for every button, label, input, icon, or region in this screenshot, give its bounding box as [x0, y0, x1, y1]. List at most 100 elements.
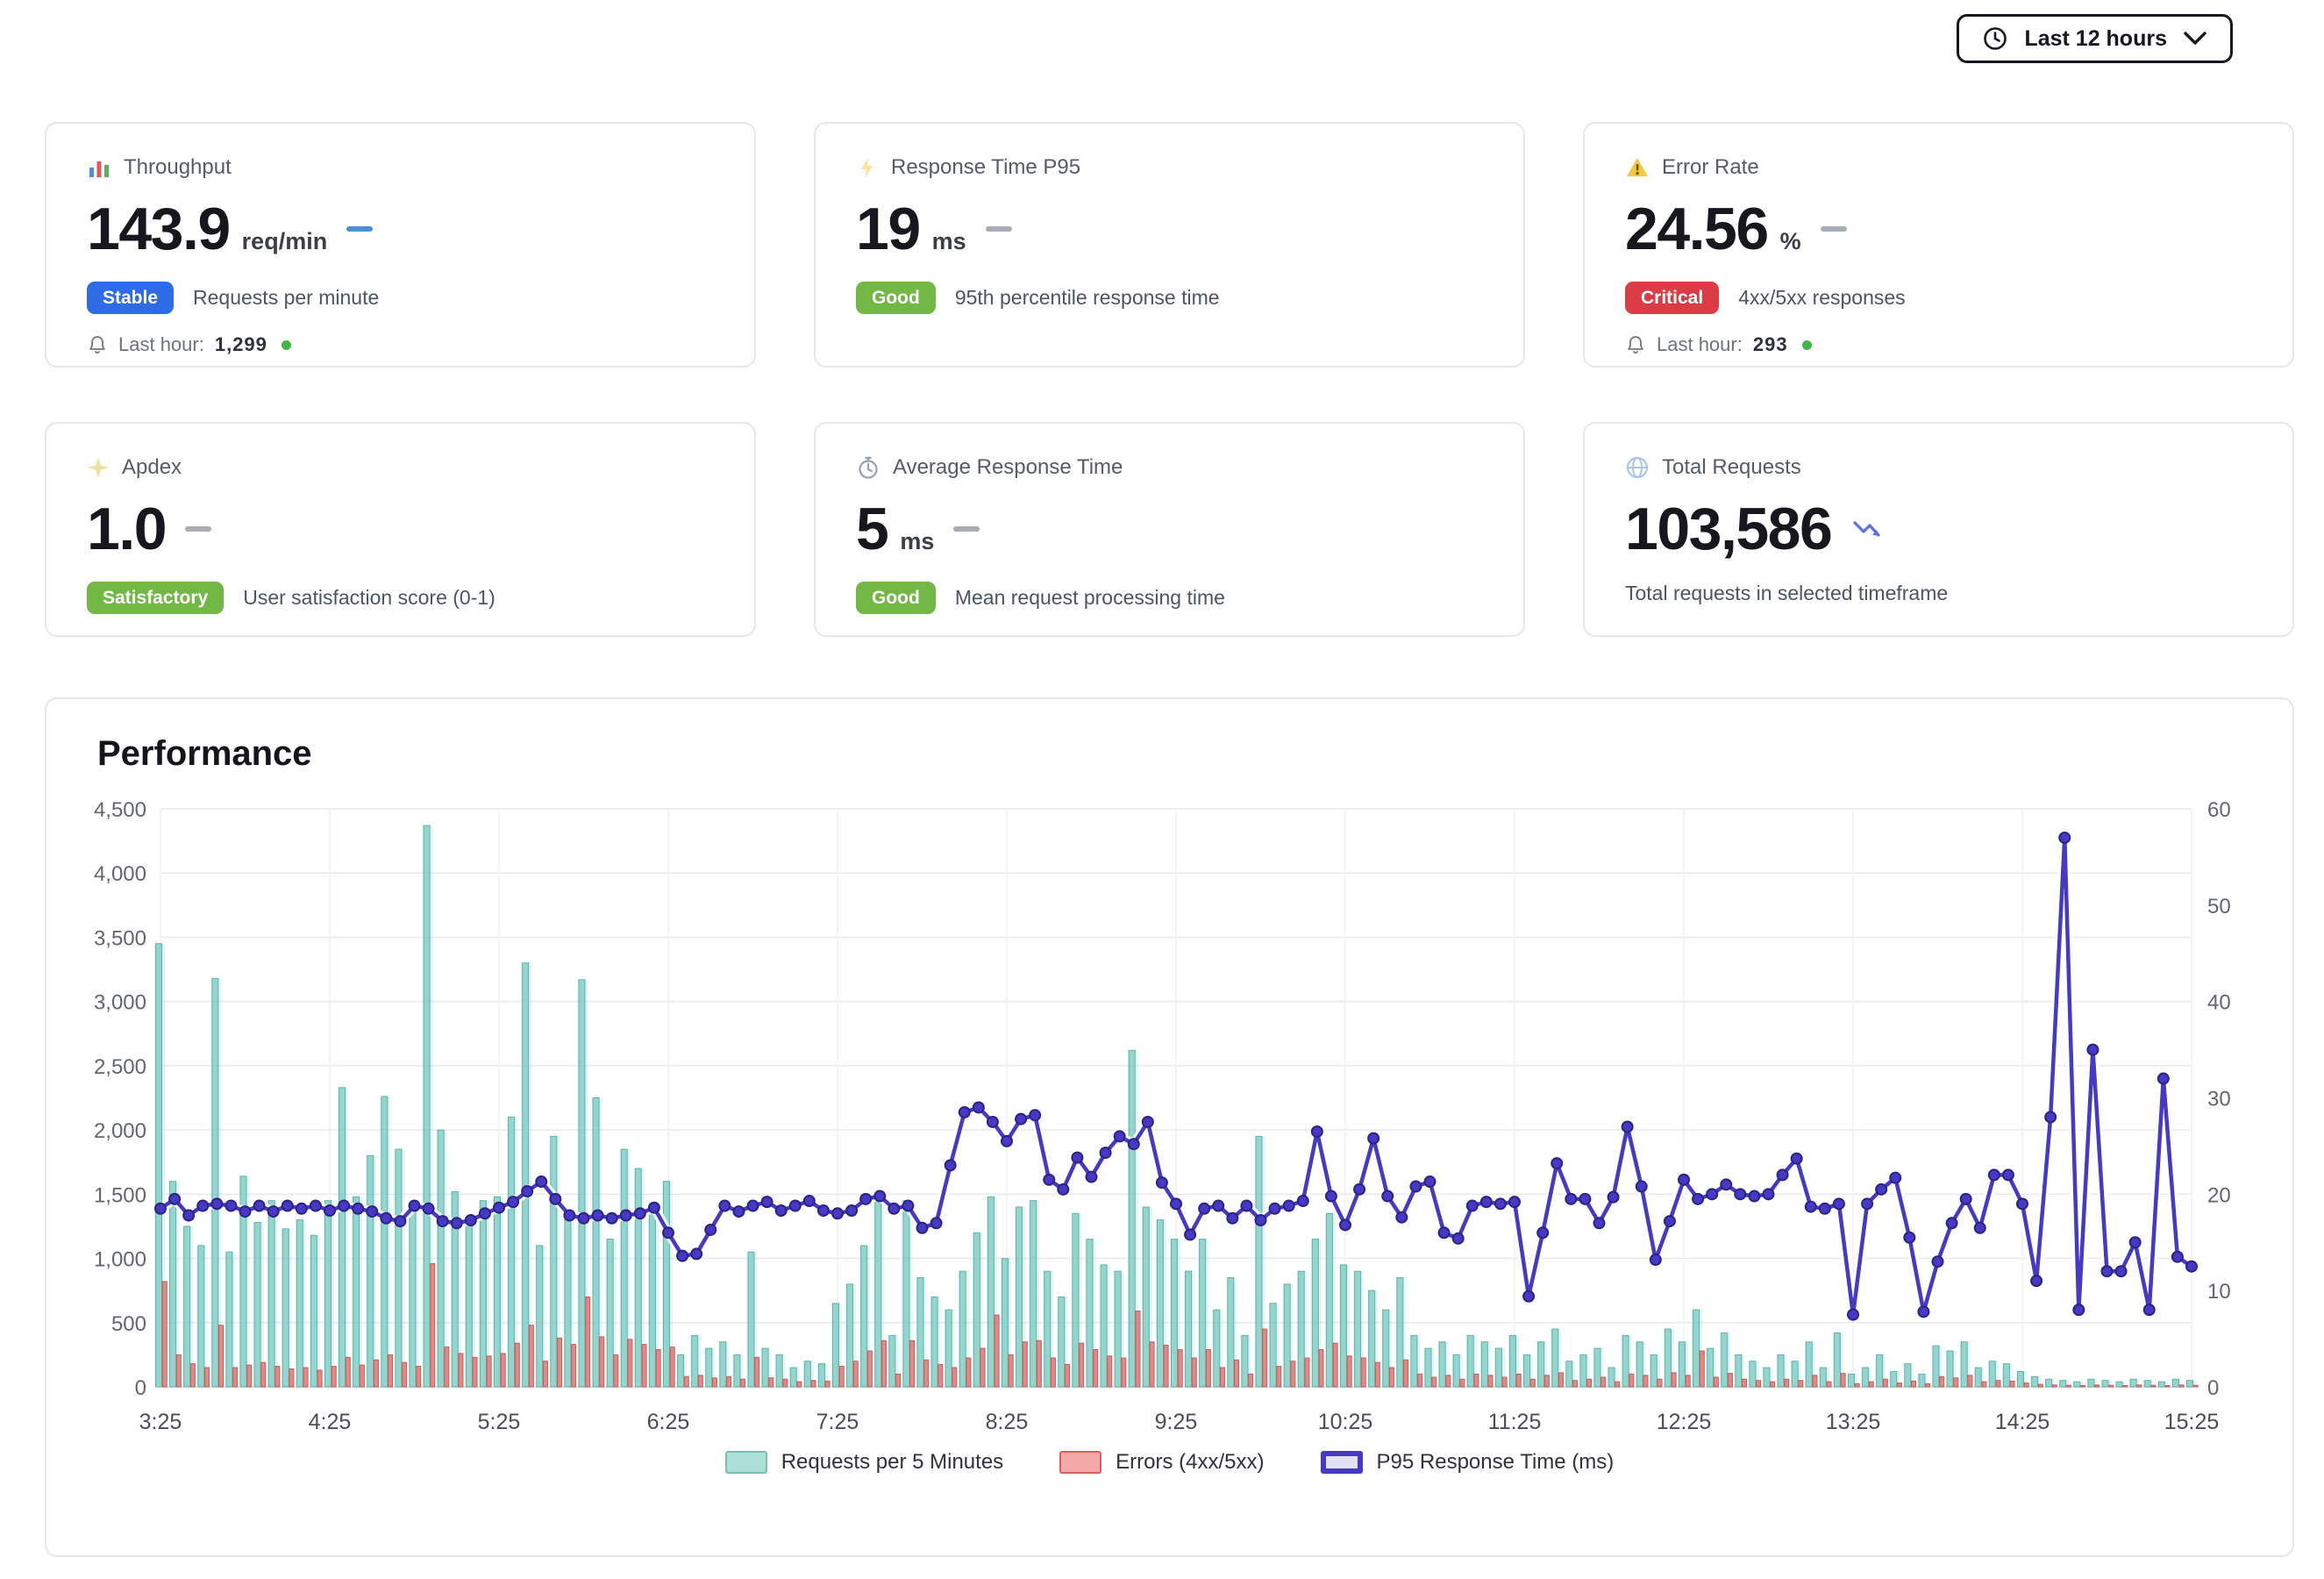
bar-errors[interactable] — [1263, 1329, 1267, 1387]
bar-errors[interactable] — [1502, 1377, 1507, 1387]
bar-requests[interactable] — [593, 1098, 599, 1388]
p95-point[interactable] — [1185, 1229, 1195, 1240]
bar-errors[interactable] — [2095, 1385, 2099, 1387]
bar-errors[interactable] — [1446, 1375, 1451, 1387]
bar-errors[interactable] — [1235, 1360, 1239, 1387]
bar-requests[interactable] — [1481, 1342, 1487, 1387]
bar-requests[interactable] — [1214, 1310, 1220, 1387]
p95-point[interactable] — [945, 1160, 956, 1170]
bar-errors[interactable] — [445, 1347, 449, 1387]
bar-errors[interactable] — [374, 1360, 378, 1387]
bar-errors[interactable] — [176, 1354, 181, 1387]
p95-point[interactable] — [1326, 1191, 1337, 1202]
p95-point[interactable] — [268, 1206, 279, 1217]
p95-point[interactable] — [296, 1204, 307, 1214]
p95-point[interactable] — [874, 1191, 885, 1202]
bar-errors[interactable] — [980, 1348, 985, 1387]
p95-point[interactable] — [2073, 1304, 2084, 1315]
bar-requests[interactable] — [2130, 1379, 2136, 1387]
bar-requests[interactable] — [1524, 1354, 1530, 1387]
bar-errors[interactable] — [938, 1364, 943, 1387]
p95-point[interactable] — [1537, 1227, 1548, 1238]
p95-point[interactable] — [1735, 1189, 1745, 1199]
bar-requests[interactable] — [1355, 1271, 1361, 1387]
bar-errors[interactable] — [1051, 1358, 1055, 1387]
p95-point[interactable] — [1848, 1310, 1858, 1320]
bar-errors[interactable] — [952, 1368, 957, 1387]
bar-requests[interactable] — [156, 944, 162, 1387]
bar-requests[interactable] — [367, 1155, 374, 1387]
bar-errors[interactable] — [1404, 1360, 1408, 1387]
bar-requests[interactable] — [1665, 1329, 1671, 1387]
bar-requests[interactable] — [1016, 1207, 1023, 1387]
bar-errors[interactable] — [783, 1379, 788, 1387]
timeframe-dropdown[interactable]: Last 12 hours — [1957, 14, 2233, 63]
bar-requests[interactable] — [537, 1246, 543, 1387]
p95-point[interactable] — [1876, 1184, 1886, 1195]
bar-requests[interactable] — [1778, 1354, 1784, 1387]
p95-point[interactable] — [1523, 1291, 1534, 1302]
bar-requests[interactable] — [1383, 1310, 1389, 1387]
bar-requests[interactable] — [1736, 1354, 1742, 1387]
bar-errors[interactable] — [261, 1362, 266, 1387]
bar-requests[interactable] — [2158, 1382, 2164, 1387]
bar-errors[interactable] — [1573, 1381, 1578, 1387]
p95-point[interactable] — [381, 1213, 391, 1224]
p95-point[interactable] — [635, 1208, 645, 1218]
bar-errors[interactable] — [303, 1368, 308, 1387]
p95-point[interactable] — [211, 1198, 222, 1209]
p95-point[interactable] — [733, 1206, 744, 1217]
bar-errors[interactable] — [839, 1367, 844, 1387]
bar-errors[interactable] — [614, 1354, 618, 1387]
bar-errors[interactable] — [204, 1368, 209, 1387]
bar-errors[interactable] — [2066, 1385, 2071, 1387]
bar-requests[interactable] — [678, 1354, 684, 1387]
p95-point[interactable] — [1284, 1201, 1294, 1211]
bar-errors[interactable] — [896, 1374, 901, 1387]
bar-requests[interactable] — [2116, 1382, 2122, 1387]
bar-errors[interactable] — [543, 1361, 547, 1387]
bar-requests[interactable] — [833, 1304, 839, 1387]
p95-point[interactable] — [1382, 1191, 1393, 1202]
bar-errors[interactable] — [1728, 1374, 1732, 1387]
bar-errors[interactable] — [2179, 1385, 2184, 1387]
bar-requests[interactable] — [353, 1197, 360, 1387]
bar-errors[interactable] — [572, 1345, 576, 1387]
bar-errors[interactable] — [2109, 1385, 2114, 1387]
bar-requests[interactable] — [762, 1348, 768, 1387]
bar-requests[interactable] — [2003, 1364, 2009, 1387]
bar-errors[interactable] — [2052, 1385, 2057, 1387]
bar-requests[interactable] — [1722, 1333, 1728, 1387]
bar-requests[interactable] — [720, 1342, 726, 1387]
bar-requests[interactable] — [1650, 1354, 1657, 1387]
bar-requests[interactable] — [1806, 1342, 1812, 1387]
p95-point[interactable] — [1241, 1201, 1251, 1211]
bar-requests[interactable] — [480, 1201, 486, 1387]
bar-requests[interactable] — [804, 1361, 810, 1387]
bar-errors[interactable] — [1587, 1379, 1592, 1387]
p95-point[interactable] — [2059, 832, 2070, 843]
bar-errors[interactable] — [1389, 1368, 1394, 1387]
performance-chart[interactable]: 05001,0001,5002,0002,5003,0003,5004,0004… — [53, 790, 2286, 1441]
p95-point[interactable] — [410, 1201, 420, 1211]
p95-point[interactable] — [1115, 1131, 1125, 1141]
bar-errors[interactable] — [1333, 1343, 1337, 1387]
bar-requests[interactable] — [1622, 1335, 1629, 1387]
bar-errors[interactable] — [1897, 1383, 1901, 1387]
bar-requests[interactable] — [509, 1117, 515, 1387]
bar-errors[interactable] — [558, 1338, 562, 1387]
bar-requests[interactable] — [861, 1246, 867, 1387]
bar-errors[interactable] — [1305, 1358, 1309, 1387]
p95-point[interactable] — [1890, 1173, 1900, 1183]
bar-errors[interactable] — [586, 1297, 590, 1387]
bar-requests[interactable] — [1750, 1361, 1756, 1387]
p95-point[interactable] — [1368, 1133, 1379, 1144]
bar-errors[interactable] — [727, 1376, 731, 1387]
p95-point[interactable] — [339, 1201, 349, 1211]
p95-point[interactable] — [846, 1205, 857, 1216]
bar-errors[interactable] — [1249, 1374, 1253, 1387]
bar-errors[interactable] — [1164, 1345, 1168, 1387]
p95-point[interactable] — [1862, 1198, 1872, 1209]
p95-point[interactable] — [959, 1107, 970, 1118]
p95-point[interactable] — [395, 1216, 405, 1226]
